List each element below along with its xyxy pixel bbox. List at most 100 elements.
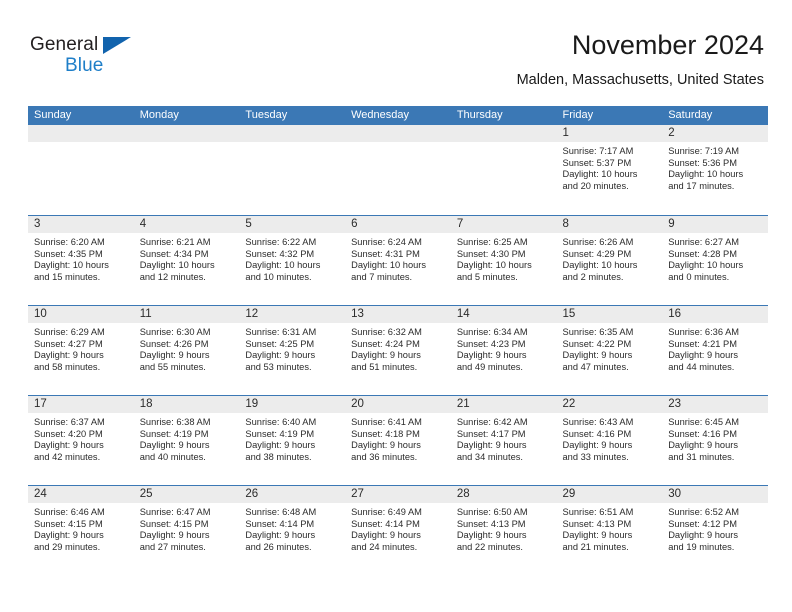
sunrise-text: Sunrise: 6:25 AM: [456, 237, 528, 247]
calendar-day-cell[interactable]: 9 Sunrise: 6:27 AM Sunset: 4:28 PM Daylight…: [662, 216, 768, 305]
brand-logo[interactable]: General Blue: [30, 34, 200, 78]
daylight-text-line2: and 58 minutes.: [34, 361, 101, 372]
day-details: Sunrise: 7:17 AM Sunset: 5:37 PM Daylight:…: [557, 142, 663, 192]
day-number-band: 10: [28, 306, 134, 323]
calendar-day-cell[interactable]: 25 Sunrise: 6:47 AM Sunset: 4:15 PM Dayligh…: [133, 486, 240, 575]
daylight-text-line2: and 0 minutes.: [668, 271, 730, 282]
calendar-day-cell[interactable]: 15 Sunrise: 6:35 AM Sunset: 4:22 PM Dayligh…: [556, 306, 663, 395]
sunrise-text: Sunrise: 7:19 AM: [668, 146, 740, 156]
daylight-text-line1: Daylight: 9 hours: [139, 350, 210, 361]
calendar-day-cell[interactable]: 5 Sunrise: 6:22 AM Sunset: 4:32 PM Daylight…: [239, 216, 346, 305]
daylight-text-line2: and 40 minutes.: [139, 451, 206, 462]
calendar-grid: Sunday Monday Tuesday Wednesday Thursday Frid…: [28, 106, 768, 575]
day-details: Sunrise: 6:30 AM Sunset: 4:26 PM Daylight:…: [134, 323, 240, 373]
calendar-week-row: 1 Sunrise: 7:17 AM Sunset: 5:37 PM Daylight…: [28, 125, 768, 215]
calendar-day-cell[interactable]: 1 Sunrise: 7:17 AM Sunset: 5:37 PM Daylight…: [556, 125, 663, 215]
day-number-band: [28, 125, 134, 142]
page-subtitle: Malden, Massachusetts, United States: [516, 72, 764, 88]
daylight-text-line1: Daylight: 9 hours: [562, 530, 633, 541]
brand-logo-top: General: [30, 34, 200, 56]
day-details: Sunrise: 6:51 AM Sunset: 4:13 PM Daylight:…: [557, 503, 663, 553]
daylight-text-line1: Daylight: 9 hours: [668, 350, 738, 361]
calendar-day-cell[interactable]: 13 Sunrise: 6:32 AM Sunset: 4:24 PM Dayligh…: [345, 306, 451, 395]
day-number: 29: [562, 488, 576, 500]
day-number: 26: [245, 488, 259, 500]
calendar-day-cell[interactable]: 11 Sunrise: 6:30 AM Sunset: 4:26 PM Dayligh…: [133, 306, 240, 395]
sunrise-text: Sunrise: 6:45 AM: [668, 417, 740, 427]
daylight-text-line1: Daylight: 10 hours: [456, 260, 532, 271]
day-number: 25: [139, 488, 153, 500]
sunset-text: Sunset: 4:13 PM: [562, 518, 632, 529]
calendar-day-cell[interactable]: 10 Sunrise: 6:29 AM Sunset: 4:27 PM Dayligh…: [28, 306, 134, 395]
day-number: 23: [668, 398, 682, 410]
daylight-text-line2: and 17 minutes.: [668, 180, 735, 191]
day-number-band: 13: [345, 306, 451, 323]
calendar-day-cell[interactable]: 12 Sunrise: 6:31 AM Sunset: 4:25 PM Dayligh…: [239, 306, 346, 395]
day-number-band: 23: [662, 396, 768, 413]
sunset-text: Sunset: 4:23 PM: [456, 338, 526, 349]
daylight-text-line1: Daylight: 9 hours: [139, 440, 210, 451]
calendar-day-cell[interactable]: 19 Sunrise: 6:40 AM Sunset: 4:19 PM Dayligh…: [239, 396, 346, 485]
calendar-day-cell[interactable]: 17 Sunrise: 6:37 AM Sunset: 4:20 PM Dayligh…: [28, 396, 134, 485]
sunrise-text: Sunrise: 6:42 AM: [456, 417, 528, 427]
day-of-week-header: Tuesday: [245, 109, 288, 121]
day-number-band: 21: [450, 396, 557, 413]
calendar-day-cell[interactable]: 7 Sunrise: 6:25 AM Sunset: 4:30 PM Daylight…: [450, 216, 557, 305]
calendar-day-cell[interactable]: 24 Sunrise: 6:46 AM Sunset: 4:15 PM Dayligh…: [28, 486, 134, 575]
sunrise-text: Sunrise: 6:34 AM: [456, 327, 528, 337]
day-details: Sunrise: 6:46 AM Sunset: 4:15 PM Daylight:…: [28, 503, 134, 553]
sunrise-text: Sunrise: 6:37 AM: [34, 417, 105, 427]
calendar-day-cell[interactable]: 16 Sunrise: 6:36 AM Sunset: 4:21 PM Dayligh…: [662, 306, 768, 395]
sunrise-text: Sunrise: 6:41 AM: [351, 417, 422, 427]
daylight-text-line1: Daylight: 10 hours: [245, 260, 321, 271]
daylight-text-line2: and 34 minutes.: [456, 451, 523, 462]
calendar-day-cell[interactable]: 29 Sunrise: 6:51 AM Sunset: 4:13 PM Dayligh…: [556, 486, 663, 575]
calendar-day-cell[interactable]: 23 Sunrise: 6:45 AM Sunset: 4:16 PM Dayligh…: [662, 396, 768, 485]
day-number-band: 11: [133, 306, 240, 323]
sunrise-text: Sunrise: 6:21 AM: [139, 237, 211, 247]
daylight-text-line2: and 27 minutes.: [139, 541, 206, 552]
calendar-day-cell[interactable]: 20 Sunrise: 6:41 AM Sunset: 4:18 PM Dayligh…: [345, 396, 451, 485]
sunset-text: Sunset: 4:14 PM: [245, 518, 315, 529]
daylight-text-line2: and 2 minutes.: [562, 271, 624, 282]
daylight-text-line2: and 49 minutes.: [456, 361, 523, 372]
title-block: November 2024 Malden, Massachusetts, Uni…: [517, 28, 764, 91]
day-number: 27: [351, 488, 364, 500]
calendar-day-cell[interactable]: 4 Sunrise: 6:21 AM Sunset: 4:34 PM Daylight…: [133, 216, 240, 305]
calendar-week-row: 10 Sunrise: 6:29 AM Sunset: 4:27 PM Dayligh…: [28, 305, 768, 395]
sunrise-text: Sunrise: 6:30 AM: [139, 327, 211, 337]
calendar-day-cell[interactable]: 3 Sunrise: 6:20 AM Sunset: 4:35 PM Daylight…: [28, 216, 134, 305]
calendar-day-cell[interactable]: 26 Sunrise: 6:48 AM Sunset: 4:14 PM Dayligh…: [239, 486, 346, 575]
calendar-day-cell[interactable]: 21 Sunrise: 6:42 AM Sunset: 4:17 PM Dayligh…: [450, 396, 557, 485]
day-number: 2: [668, 127, 675, 139]
day-of-week-header: Friday: [562, 109, 594, 121]
calendar-day-cell[interactable]: 18 Sunrise: 6:38 AM Sunset: 4:19 PM Dayligh…: [133, 396, 240, 485]
sunrise-text: Sunrise: 6:22 AM: [245, 237, 317, 247]
daylight-text-line1: Daylight: 9 hours: [562, 440, 633, 451]
calendar-day-cell-empty: [450, 125, 557, 215]
calendar-day-cell[interactable]: 8 Sunrise: 6:26 AM Sunset: 4:29 PM Daylight…: [556, 216, 663, 305]
sunrise-text: Sunrise: 6:50 AM: [456, 507, 528, 517]
brand-name-general: General: [30, 34, 99, 55]
daylight-text-line2: and 44 minutes.: [668, 361, 735, 372]
sunset-text: Sunset: 4:15 PM: [139, 518, 209, 529]
day-number-band: 25: [133, 486, 240, 503]
calendar-day-cell[interactable]: 22 Sunrise: 6:43 AM Sunset: 4:16 PM Dayligh…: [556, 396, 663, 485]
daylight-text-line1: Daylight: 9 hours: [668, 440, 738, 451]
daylight-text-line1: Daylight: 10 hours: [562, 169, 638, 180]
daylight-text-line2: and 10 minutes.: [245, 271, 312, 282]
day-number: 5: [245, 218, 252, 230]
day-details: Sunrise: 6:27 AM Sunset: 4:28 PM Daylight:…: [662, 233, 768, 283]
day-number-band: 19: [239, 396, 346, 413]
day-number-band: 9: [662, 216, 768, 233]
sunrise-text: Sunrise: 6:26 AM: [562, 237, 634, 247]
day-details: Sunrise: 6:36 AM Sunset: 4:21 PM Daylight:…: [662, 323, 768, 373]
calendar-day-cell[interactable]: 27 Sunrise: 6:49 AM Sunset: 4:14 PM Dayligh…: [345, 486, 451, 575]
day-details: Sunrise: 6:32 AM Sunset: 4:24 PM Daylight:…: [345, 323, 451, 373]
calendar-day-cell[interactable]: 28 Sunrise: 6:50 AM Sunset: 4:13 PM Dayligh…: [450, 486, 557, 575]
calendar-day-cell[interactable]: 30 Sunrise: 6:52 AM Sunset: 4:12 PM Dayligh…: [662, 486, 768, 575]
day-number-band: 5: [239, 216, 346, 233]
calendar-day-cell[interactable]: 6 Sunrise: 6:24 AM Sunset: 4:31 PM Daylight…: [345, 216, 451, 305]
calendar-day-cell[interactable]: 2 Sunrise: 7:19 AM Sunset: 5:36 PM Daylight…: [662, 125, 768, 215]
calendar-day-cell[interactable]: 14 Sunrise: 6:34 AM Sunset: 4:23 PM Dayligh…: [450, 306, 557, 395]
